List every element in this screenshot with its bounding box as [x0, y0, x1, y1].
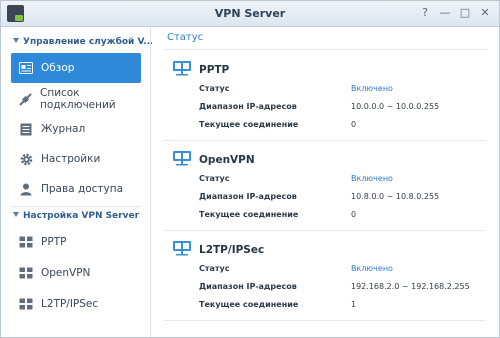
current-connections-value: 0	[351, 210, 357, 219]
network-icon	[172, 60, 192, 80]
status-value: Включено	[351, 174, 393, 183]
service-card-pptp: PPTP Статус Включено Диапазон IP-адресов…	[164, 60, 485, 141]
tab-status[interactable]: Статус	[167, 32, 203, 43]
sidebar: Управление службой V... Обзор Список под…	[1, 28, 154, 337]
current-connections-value: 0	[351, 120, 357, 129]
ip-range-value: 10.0.0.0 ~ 10.0.0.255	[351, 102, 440, 111]
chevron-down-icon	[13, 38, 19, 43]
ip-range-label: Диапазон IP-адресов	[199, 192, 297, 201]
sidebar-item-label: Права доступа	[41, 183, 124, 195]
sidebar-item-connections[interactable]: Список подключений	[11, 84, 141, 114]
user-icon	[19, 182, 33, 196]
status-value: Включено	[351, 84, 393, 93]
title-bar: VPN Server ? — □ ✕	[1, 1, 499, 27]
status-value: Включено	[351, 264, 393, 273]
vpn-server-window: VPN Server ? — □ ✕ Управление службой V.…	[0, 0, 500, 338]
card-title: L2TP/IPSec	[199, 244, 265, 256]
window-controls: ? — □ ✕	[417, 5, 493, 21]
sidebar-item-label: L2TP/IPSec	[41, 298, 99, 310]
current-connections-label: Текущее соединение	[199, 300, 299, 309]
log-icon	[19, 122, 33, 136]
main-content: Статус PPTP Статус Включено Диапазон IP-…	[152, 28, 499, 337]
status-label: Статус	[199, 84, 230, 93]
status-label: Статус	[199, 264, 230, 273]
ip-range-label: Диапазон IP-адресов	[199, 282, 297, 291]
sidebar-item-permissions[interactable]: Права доступа	[11, 174, 141, 204]
sidebar-section-service[interactable]: Управление службой V...	[13, 37, 154, 47]
close-button[interactable]: ✕	[477, 5, 493, 21]
network-icon	[19, 297, 33, 311]
current-connections-label: Текущее соединение	[199, 210, 299, 219]
sidebar-item-label: Список подключений	[40, 87, 116, 111]
sidebar-item-log[interactable]: Журнал	[11, 114, 141, 144]
sidebar-divider	[11, 206, 141, 207]
maximize-button[interactable]: □	[457, 5, 473, 21]
tab-underline	[164, 49, 487, 50]
network-icon	[19, 266, 33, 280]
card-header: OpenVPN	[172, 150, 255, 170]
card-title: PPTP	[199, 64, 230, 76]
sidebar-item-settings[interactable]: Настройки	[11, 144, 141, 174]
sidebar-item-pptp[interactable]: PPTP	[11, 227, 141, 257]
sidebar-item-label: Журнал	[41, 123, 86, 135]
ip-range-value: 10.8.0.0 ~ 10.8.0.255	[351, 192, 440, 201]
status-label: Статус	[199, 174, 230, 183]
minimize-button[interactable]: —	[437, 5, 453, 21]
card-header: PPTP	[172, 60, 229, 80]
help-button[interactable]: ?	[417, 5, 433, 21]
card-separator	[164, 140, 485, 141]
card-separator	[164, 320, 485, 321]
sidebar-item-l2tp[interactable]: L2TP/IPSec	[11, 289, 141, 319]
ip-range-label: Диапазон IP-адресов	[199, 102, 297, 111]
ip-range-value: 192.168.2.0 ~ 192.168.2.255	[351, 282, 470, 291]
sidebar-item-openvpn[interactable]: OpenVPN	[11, 258, 141, 288]
gear-icon	[19, 152, 33, 166]
network-icon	[172, 240, 192, 260]
sidebar-item-label: PPTP	[41, 236, 67, 248]
current-connections-label: Текущее соединение	[199, 120, 299, 129]
section-label: Управление службой V...	[23, 37, 154, 47]
sidebar-item-label: Настройки	[41, 153, 101, 165]
card-header: L2TP/IPSec	[172, 240, 264, 260]
sidebar-item-overview[interactable]: Обзор	[11, 53, 141, 83]
network-icon	[19, 235, 33, 249]
sidebar-section-config[interactable]: Настройка VPN Server	[13, 211, 139, 221]
network-icon	[172, 150, 192, 170]
chevron-down-icon	[13, 212, 19, 217]
card-separator	[164, 230, 485, 231]
overview-icon	[19, 61, 33, 75]
section-label: Настройка VPN Server	[23, 211, 140, 221]
sidebar-item-label: Обзор	[41, 62, 75, 74]
current-connections-value: 1	[351, 300, 357, 309]
connections-icon	[19, 92, 32, 106]
sidebar-item-label: OpenVPN	[41, 267, 91, 279]
service-card-openvpn: OpenVPN Статус Включено Диапазон IP-адре…	[164, 150, 485, 231]
service-card-l2tp: L2TP/IPSec Статус Включено Диапазон IP-а…	[164, 240, 485, 321]
card-title: OpenVPN	[199, 154, 255, 166]
